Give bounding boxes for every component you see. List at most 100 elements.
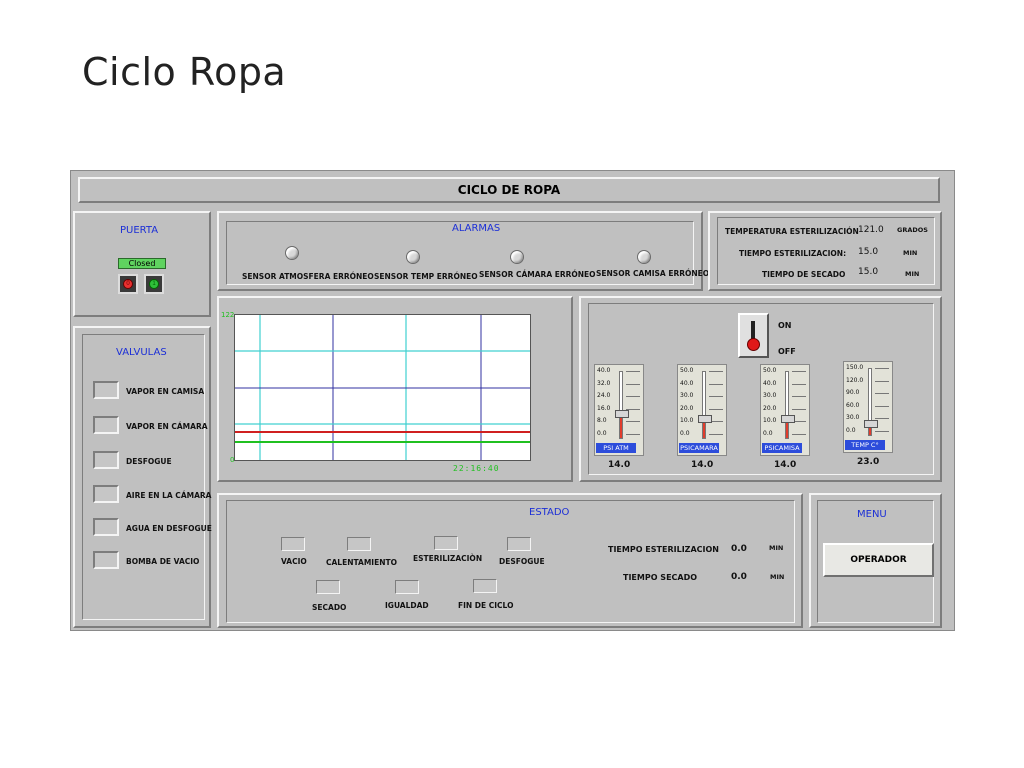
- puerta-title: PUERTA: [120, 225, 159, 236]
- params-panel: TEMPERATURA ESTERILIZACIÓN 121.0 GRADOS …: [708, 211, 942, 291]
- door-off-button[interactable]: 0: [118, 274, 138, 294]
- alarmas-panel: ALARMAS SENSOR ATMOSFERA ERRÓNEO SENSOR …: [217, 211, 709, 291]
- on-off-switch[interactable]: [738, 313, 769, 358]
- tiempo-label: TIEMPO ESTERILIZACION:: [739, 249, 847, 258]
- gauge-tick: [626, 396, 640, 397]
- gauge-tick-label: 30.0: [846, 414, 860, 421]
- gauge-track: [785, 371, 789, 439]
- gauge-tick: [626, 371, 640, 372]
- puerta-panel: PUERTA Closed 0 1: [73, 211, 211, 317]
- gauge-value: 23.0: [857, 457, 880, 467]
- gauge-tick: [626, 433, 640, 435]
- valve-label-agua: AGUA EN DESFOGUE: [126, 524, 212, 533]
- door-on-icon: 1: [149, 279, 159, 289]
- gauge-tick-label: 40.0: [763, 379, 777, 387]
- switch-on-label: ON: [778, 321, 792, 330]
- gauge-tick: [626, 383, 640, 385]
- valve-indicator-agua[interactable]: [93, 518, 119, 536]
- menu-panel: MENU OPERADOR: [809, 493, 942, 628]
- gauge-tick-label: 60.0: [846, 401, 860, 409]
- gauge-tick-label: 20.0: [680, 404, 694, 412]
- valve-indicator-bomba[interactable]: [93, 551, 119, 569]
- valve-indicator-desfogue[interactable]: [93, 451, 119, 469]
- gauge-tick-label: 150.0: [846, 364, 864, 371]
- gauge-value: 14.0: [774, 460, 797, 470]
- alarm-label-camara: SENSOR CÁMARA ERRÓNEO: [479, 270, 596, 279]
- gauge-tick: [875, 418, 889, 419]
- secado-label: TIEMPO DE SECADO: [762, 270, 846, 279]
- estado-t-est-unit: MIN: [769, 544, 784, 552]
- alarm-led-atmosfera: [285, 246, 299, 260]
- gauge-tick-label: 20.0: [763, 404, 777, 412]
- gauge-thumb[interactable]: [698, 414, 712, 423]
- gauge-thumb[interactable]: [781, 414, 795, 423]
- gauge-tick-label: 30.0: [680, 392, 694, 399]
- estado-t-sec-unit: MIN: [770, 573, 785, 581]
- gauge-2[interactable]: 50.0 40.0 30.0 20.0 10.0 0.0 PSICAMARA: [677, 364, 727, 456]
- gauge-label: PSI ATM: [596, 443, 636, 453]
- gauge-value: 14.0: [608, 460, 631, 470]
- gauge-3[interactable]: 50.0 40.0 30.0 20.0 10.0 0.0 PSICAMISA: [760, 364, 810, 456]
- gauge-value: 14.0: [691, 460, 714, 470]
- hmi-screen: CICLO DE ROPA PUERTA Closed 0 1 ALARMAS …: [70, 170, 955, 631]
- gauge-4[interactable]: 150.0 120.0 90.0 60.0 30.0 0.0 TEMP C°: [843, 361, 893, 453]
- gauge-thumb[interactable]: [615, 409, 629, 418]
- valve-indicator-vapor-camara[interactable]: [93, 416, 119, 434]
- operador-button[interactable]: OPERADOR: [823, 543, 934, 577]
- valve-indicator-aire[interactable]: [93, 485, 119, 503]
- gauge-tick-label: 16.0: [597, 404, 611, 412]
- estado-indicator-igualdad: [395, 580, 419, 594]
- gauge-1[interactable]: 40.0 32.0 24.0 16.0 8.0 0.0 PSI ATM: [594, 364, 644, 456]
- valve-indicator-vapor-camisa[interactable]: [93, 381, 119, 399]
- trend-time: 22:16:40: [453, 464, 500, 473]
- gauge-tick: [875, 368, 889, 369]
- header-title: CICLO DE ROPA: [457, 183, 561, 197]
- gauge-tick: [709, 383, 723, 385]
- trend-ymax: 122: [221, 311, 235, 319]
- gauge-track: [619, 371, 623, 439]
- switch-knob-icon: [747, 338, 760, 351]
- gauge-tick-label: 32.0: [597, 379, 611, 387]
- estado-label-calentamiento: CALENTAMIENTO: [326, 558, 397, 567]
- gauge-tick-label: 50.0: [763, 367, 777, 374]
- alarm-label-temp: SENSOR TEMP ERRÓNEO: [374, 272, 478, 281]
- estado-t-est-value: 0.0: [731, 544, 747, 554]
- header-panel: CICLO DE ROPA: [78, 177, 940, 203]
- tiempo-value: 15.0: [858, 247, 879, 257]
- gauge-tick-label: 10.0: [680, 417, 694, 424]
- gauge-fill: [620, 414, 622, 438]
- gauge-thumb[interactable]: [864, 419, 878, 428]
- estado-indicator-vacio: [281, 537, 305, 551]
- secado-unit: MIN: [905, 270, 920, 278]
- gauges-panel: ON OFF 40.0 32.0 24.0 16.0 8.0 0.0 PSI ATM 14.0…: [579, 296, 942, 482]
- door-on-button[interactable]: 1: [144, 274, 164, 294]
- tiempo-unit: MIN: [903, 249, 918, 257]
- gauge-tick: [792, 408, 806, 410]
- gauge-tick: [875, 393, 889, 394]
- gauge-tick: [709, 371, 723, 372]
- valvulas-title: VALVULAS: [116, 347, 167, 358]
- gauge-label: PSICAMARA: [679, 443, 719, 453]
- estado-label-vacio: VACIO: [281, 557, 307, 566]
- gauge-label: PSICAMISA: [762, 443, 802, 453]
- gauge-tick-label: 90.0: [846, 389, 860, 396]
- estado-indicator-secado: [316, 580, 340, 594]
- temp-unit: GRADOS: [897, 226, 928, 234]
- estado-indicator-calentamiento: [347, 537, 371, 551]
- valvulas-inset: [82, 334, 205, 620]
- temp-label: TEMPERATURA ESTERILIZACIÓN: [725, 227, 859, 236]
- alarm-label-camisa: SENSOR CAMISA ERRÓNEO: [596, 269, 710, 278]
- alarm-led-camisa: [637, 250, 651, 264]
- gauge-tick-label: 0.0: [597, 429, 607, 437]
- door-status-badge: Closed: [118, 258, 166, 269]
- gauge-tick: [709, 433, 723, 435]
- gauge-tick: [875, 430, 889, 432]
- estado-indicator-esterilizacion: [434, 536, 458, 550]
- gauge-tick-label: 40.0: [680, 379, 694, 387]
- gauge-tick-label: 0.0: [763, 429, 773, 437]
- valve-label-vapor-camisa: VAPOR EN CAMISA: [126, 387, 205, 396]
- switch-off-label: OFF: [778, 347, 796, 356]
- gauge-tick: [792, 383, 806, 385]
- gauge-tick-label: 120.0: [846, 376, 864, 384]
- gauge-tick-label: 40.0: [597, 367, 611, 374]
